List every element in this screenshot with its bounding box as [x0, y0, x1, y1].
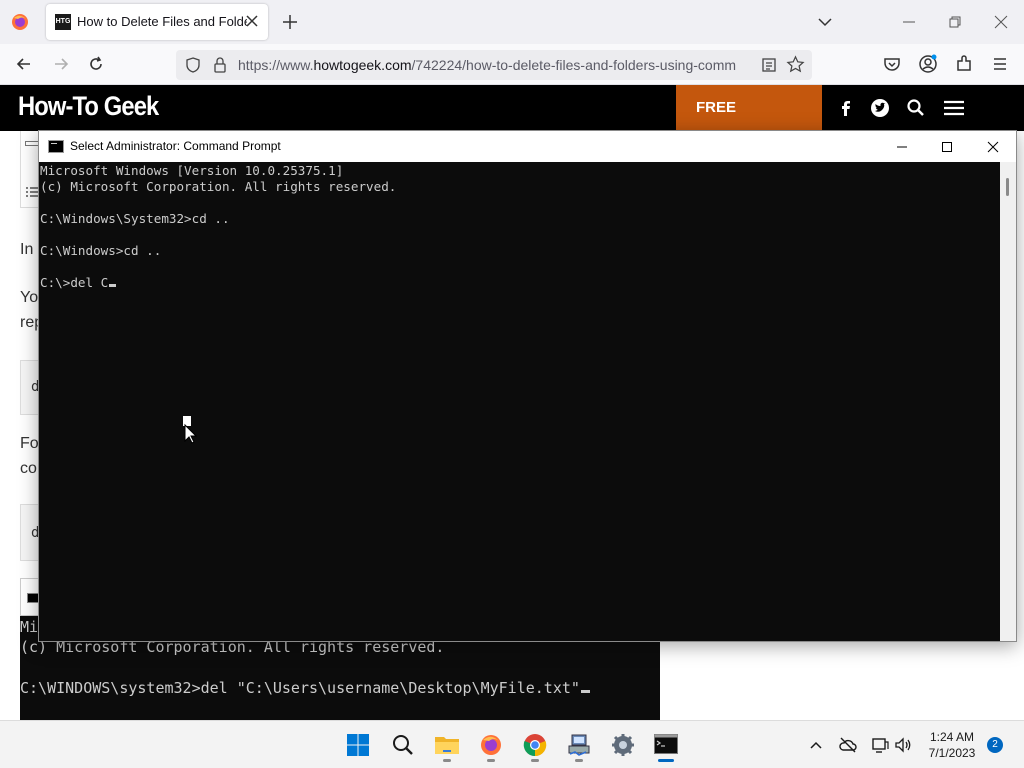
active-indicator [658, 759, 674, 762]
cmd-scrollbar[interactable] [1000, 162, 1016, 641]
chevron-down-icon[interactable] [815, 12, 835, 32]
cmd-title: Select Administrator: Command Prompt [70, 139, 281, 153]
article-text-fragment: Fo [20, 435, 39, 452]
facebook-icon[interactable] [836, 98, 856, 118]
taskbar-command-prompt[interactable] [650, 729, 682, 762]
bookmark-star-icon[interactable] [786, 55, 805, 74]
maximize-icon[interactable] [937, 137, 957, 157]
active-tab[interactable]: HTG How to Delete Files and Folders Usin… [46, 4, 268, 40]
terminal-image-titlebar [20, 578, 40, 616]
url-bar[interactable]: https://www.howtogeek.com/742224/how-to-… [176, 50, 812, 80]
running-indicator [487, 759, 495, 762]
command-prompt-icon [654, 734, 678, 754]
console-line: C:\Windows>cd .. [40, 243, 162, 258]
console-input-line[interactable]: C:\>del C [40, 275, 117, 290]
taskbar-chrome[interactable] [519, 729, 551, 762]
console-line: Microsoft Windows [Version 10.0.25375.1] [40, 163, 344, 178]
site-logo[interactable]: How-To Geek [18, 91, 159, 122]
console-line: (c) Microsoft Corporation. All rights re… [40, 179, 397, 194]
url-text[interactable]: https://www.howtogeek.com/742224/how-to-… [238, 57, 756, 73]
taskbar-firefox[interactable] [475, 729, 507, 762]
back-icon[interactable] [14, 54, 34, 74]
close-icon[interactable] [983, 137, 1003, 157]
start-button[interactable] [342, 729, 374, 761]
search-icon [393, 735, 413, 755]
site-menu-icon[interactable] [942, 98, 966, 118]
notification-badge[interactable]: 2 [987, 737, 1003, 753]
account-icon[interactable] [918, 54, 938, 74]
forward-icon[interactable] [51, 54, 71, 74]
network-app-icon [568, 734, 590, 756]
taskbar-search-button[interactable] [387, 729, 419, 761]
start-icon [347, 734, 369, 756]
article-text-fragment: In [20, 241, 34, 258]
volume-icon[interactable] [893, 735, 913, 755]
article-toc-box [20, 131, 40, 208]
clock-date: 7/1/2023 [928, 746, 976, 760]
terminal-text: C:\WINDOWS\system32>del "C:\Users\userna… [20, 679, 590, 697]
restore-browser-icon[interactable] [945, 12, 965, 32]
firefox-icon [481, 735, 501, 755]
toc-bar-icon [25, 141, 39, 146]
system-clock[interactable]: 1:24 AM 7/1/2023 [914, 729, 990, 761]
onedrive-offline-icon[interactable] [838, 735, 858, 755]
extensions-icon[interactable] [954, 54, 974, 74]
article-text-fragment: co [20, 460, 37, 477]
list-icon [26, 187, 38, 197]
firefox-menu-icon[interactable] [10, 12, 30, 32]
twitter-icon[interactable] [870, 98, 890, 118]
minimize-icon[interactable] [892, 137, 912, 157]
site-header: How-To Geek FREE [0, 85, 1024, 131]
running-indicator [575, 759, 583, 762]
console-line: C:\Windows\System32>cd .. [40, 211, 230, 226]
reload-icon[interactable] [86, 54, 106, 74]
taskbar-file-explorer[interactable] [431, 729, 463, 762]
terminal-text: Mi [20, 618, 39, 636]
minimize-browser-icon[interactable] [899, 12, 919, 32]
tab-favicon: HTG [55, 14, 71, 30]
reader-view-icon[interactable] [760, 56, 778, 74]
new-tab-icon[interactable] [280, 12, 300, 32]
article-text-fragment: Yo [20, 289, 39, 306]
cmd-titlebar[interactable]: Select Administrator: Command Prompt [39, 131, 1016, 162]
command-prompt-window[interactable]: Select Administrator: Command Prompt Mic… [38, 130, 1017, 642]
lock-icon[interactable] [211, 56, 229, 74]
running-indicator [531, 759, 539, 762]
settings-icon [612, 734, 634, 756]
taskbar-network-app[interactable] [563, 729, 595, 762]
hamburger-menu-icon[interactable] [990, 54, 1010, 74]
tab-title: How to Delete Files and Folders Using Co… [77, 14, 247, 29]
file-explorer-icon [435, 737, 459, 754]
cmd-console[interactable]: Microsoft Windows [Version 10.0.25375.1]… [39, 162, 1000, 641]
free-label: FREE [696, 99, 737, 116]
clock-time: 1:24 AM [929, 730, 975, 744]
free-newsletter-button[interactable]: FREE [676, 85, 822, 131]
browser-toolbar: https://www.howtogeek.com/742224/how-to-… [0, 44, 1024, 85]
text-cursor [109, 284, 117, 287]
network-icon[interactable] [870, 735, 890, 755]
mouse-pointer-icon [183, 416, 197, 444]
tracking-shield-icon[interactable] [184, 56, 202, 74]
close-browser-icon[interactable] [991, 12, 1011, 32]
browser-tab-strip: HTG How to Delete Files and Folders Usin… [0, 0, 1024, 44]
taskbar-settings[interactable] [607, 729, 639, 761]
scrollbar-thumb[interactable] [1006, 178, 1009, 196]
chevron-up-icon[interactable] [806, 735, 826, 755]
pocket-icon[interactable] [882, 54, 902, 74]
taskbar: 1:24 AM 7/1/2023 2 [0, 720, 1024, 768]
chrome-icon [523, 734, 547, 757]
close-tab-icon[interactable] [244, 13, 260, 29]
search-icon[interactable] [906, 98, 926, 118]
running-indicator [443, 759, 451, 762]
cmd-icon [48, 140, 64, 153]
